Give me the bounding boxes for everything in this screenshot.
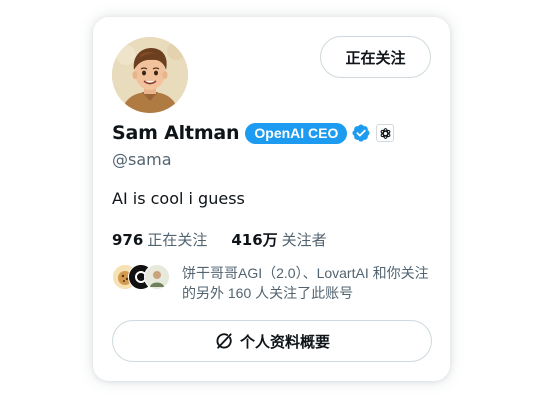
following-button[interactable]: 正在关注: [320, 36, 431, 78]
profile-summary-button[interactable]: 个人资料概要: [112, 320, 432, 362]
following-count: 976: [112, 231, 144, 249]
following-stat[interactable]: 976 正在关注: [112, 229, 207, 250]
profile-bio: AI is cool i guess: [112, 189, 245, 208]
openai-logo-icon[interactable]: [376, 124, 395, 142]
grok-slash-circle-icon: [214, 331, 234, 351]
verified-check-icon[interactable]: [351, 123, 371, 143]
followers-you-know-text: 饼干哥哥AGI（2.0）、LovartAI 和你关注的另外 160 人关注了此账…: [182, 265, 429, 301]
openai-knot-glyph: [380, 127, 391, 139]
name-row: Sam Altman OpenAI CEO: [112, 122, 395, 144]
followers-stat[interactable]: 416万 关注者: [231, 229, 326, 250]
following-button-label: 正在关注: [345, 48, 406, 67]
person-avatar-icon: [145, 265, 169, 289]
affiliation-badge-label: OpenAI CEO: [254, 124, 339, 141]
followers-you-know[interactable]: 饼干哥哥AGI（2.0）、LovartAI 和你关注的另外 160 人关注了此账…: [112, 263, 432, 303]
mutual-avatar-3: [144, 264, 170, 290]
mutual-avatars: [112, 264, 170, 290]
follow-stats: 976 正在关注 416万 关注者: [112, 229, 327, 250]
user-handle[interactable]: @sama: [112, 150, 172, 169]
followers-label: 关注者: [281, 231, 327, 249]
profile-summary-label: 个人资料概要: [239, 332, 330, 351]
profile-hover-card: 正在关注 Sam Altman OpenAI CEO @sama AI is c…: [93, 17, 450, 381]
following-label: 正在关注: [147, 231, 208, 249]
followers-count: 416万: [231, 231, 278, 249]
affiliation-badge[interactable]: OpenAI CEO: [245, 122, 348, 144]
profile-avatar[interactable]: [112, 37, 188, 113]
avatar-illustration: [112, 37, 188, 113]
display-name[interactable]: Sam Altman: [112, 122, 240, 144]
